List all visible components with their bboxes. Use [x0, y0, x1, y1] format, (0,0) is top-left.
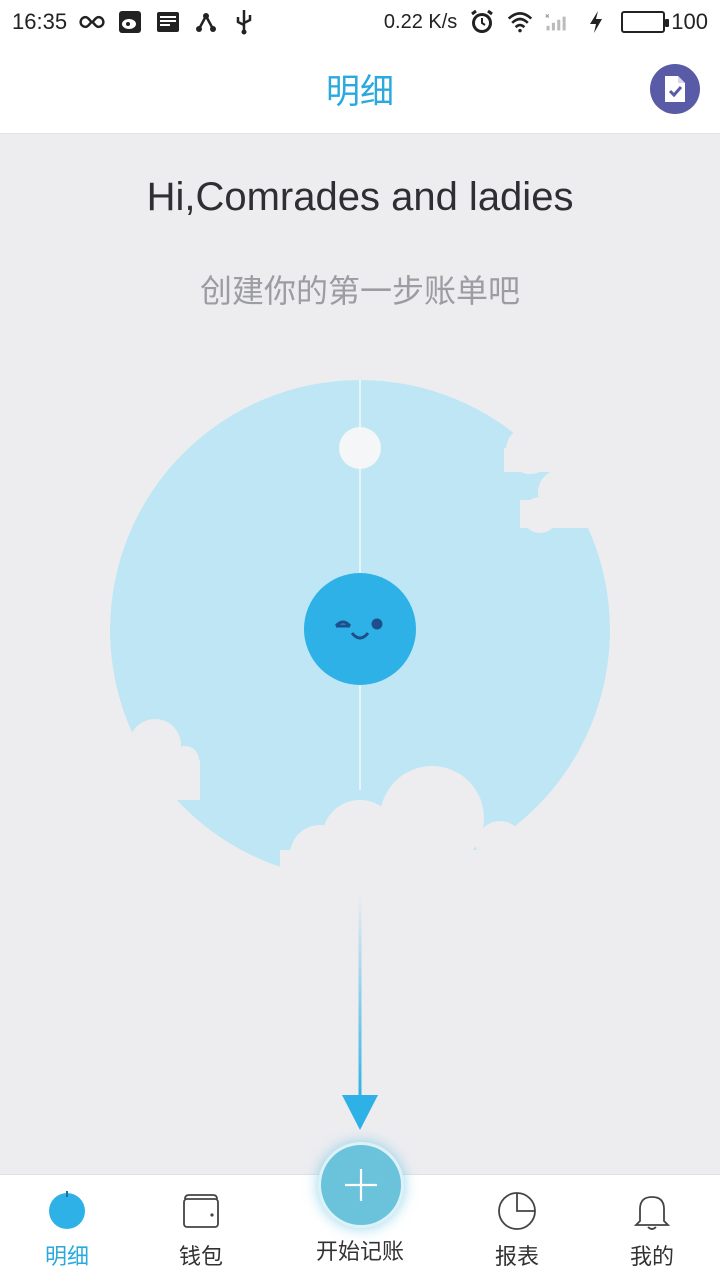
battery: 100: [621, 9, 708, 35]
nav-label-mine: 我的: [629, 1245, 674, 1270]
bell-icon: [632, 1191, 672, 1231]
greeting-title: Hi,Comrades and ladies: [146, 175, 574, 219]
news-icon: [155, 9, 181, 35]
detail-icon: [47, 1191, 87, 1231]
page-title: 明细: [326, 72, 394, 112]
checklist-button[interactable]: [650, 64, 700, 114]
weibo-icon: [117, 9, 143, 35]
nav-label-report: 报表: [494, 1245, 539, 1270]
usb-icon: [231, 9, 257, 35]
nav-label-detail: 明细: [44, 1245, 89, 1270]
sky-illustration: [110, 380, 610, 880]
nav-item-report[interactable]: 报表: [457, 1175, 577, 1280]
plus-icon: [345, 1169, 377, 1201]
status-right: 0.22 K/s 100: [384, 9, 708, 35]
status-left: 16:35: [12, 9, 257, 35]
checklist-icon: [665, 76, 685, 102]
signal-icon: [545, 9, 571, 35]
app-bar: 明细: [0, 44, 720, 134]
greeting-subtitle: 创建你的第一步账单吧: [199, 272, 520, 310]
share-icon: [193, 9, 219, 35]
nav-item-wallet[interactable]: 钱包: [141, 1175, 261, 1280]
down-arrow-icon: [342, 895, 378, 1130]
alarm-icon: [469, 9, 495, 35]
wifi-icon: [507, 9, 533, 35]
battery-icon: [621, 11, 670, 33]
charging-icon: [583, 9, 609, 35]
infinity-icon: [79, 9, 105, 35]
wallet-icon: [181, 1191, 221, 1231]
status-time: 16:35: [12, 9, 68, 34]
add-record-button[interactable]: [318, 1142, 404, 1228]
network-speed: 0.22 K/s: [383, 10, 458, 33]
pie-chart-icon: [497, 1191, 537, 1231]
nav-label-add-record[interactable]: 开始记账: [290, 1234, 430, 1266]
nav-label-wallet: 钱包: [178, 1245, 223, 1270]
nav-item-mine[interactable]: 我的: [592, 1175, 712, 1280]
status-bar: 16:35 0.22 K/s 100: [0, 0, 720, 44]
nav-item-detail[interactable]: 明细: [7, 1175, 127, 1280]
smiley-face-icon: [304, 573, 416, 685]
battery-level: 100: [671, 9, 708, 34]
